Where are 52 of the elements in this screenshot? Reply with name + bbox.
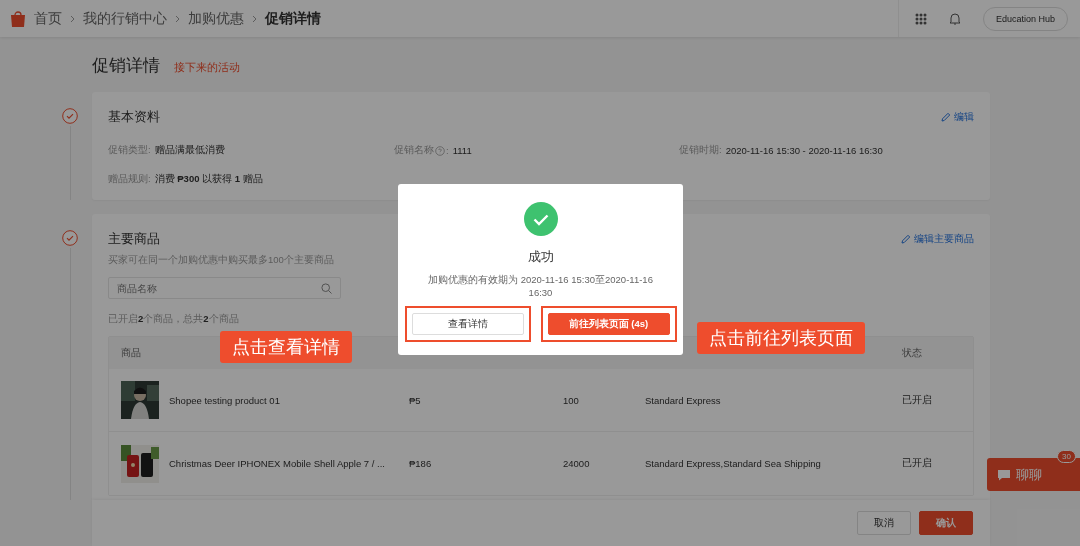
- dialog-title: 成功: [527, 248, 554, 266]
- breadcrumb-link[interactable]: 我的行销中心: [83, 9, 167, 28]
- pencil-icon: [941, 112, 951, 122]
- price-cell: ₱5: [409, 394, 421, 406]
- search-field[interactable]: 商品名称: [108, 277, 341, 299]
- field-value: 赠品满最低消费: [154, 144, 225, 157]
- chevron-icon: [252, 14, 257, 23]
- success-check-icon: [523, 202, 558, 236]
- search-icon[interactable]: [321, 282, 332, 294]
- chevron-icon: [70, 14, 75, 23]
- check-circle-icon: [62, 230, 78, 246]
- status-tag: 接下来的活动: [174, 61, 240, 75]
- edit-link[interactable]: 编辑: [941, 110, 974, 124]
- shipping-cell: Standard Express,Standard Sea Shipping: [645, 458, 821, 469]
- breadcrumb-link[interactable]: 促销详情: [265, 9, 321, 28]
- product-name: Christmas Deer IPHONEX Mobile Shell Apple 7 / ...: [169, 458, 385, 469]
- price-cell: ₱186: [409, 458, 432, 469]
- annotation-label: 点击前往列表页面: [697, 322, 865, 354]
- go-to-list-button[interactable]: 前往列表页面 (4s): [547, 313, 670, 336]
- product-name: Shopee testing product 01: [169, 394, 280, 406]
- view-details-button[interactable]: 查看详情: [411, 313, 524, 336]
- help-icon[interactable]: [435, 145, 445, 156]
- chat-button[interactable]: 聊聊: [987, 458, 1080, 491]
- column-header: 状态: [902, 346, 922, 360]
- check-circle-icon: [62, 108, 78, 124]
- confirm-button[interactable]: 确认: [919, 511, 973, 535]
- breadcrumb-link[interactable]: 加购优惠: [188, 9, 244, 28]
- stock-cell: 24000: [563, 458, 590, 469]
- stock-cell: 100: [563, 394, 579, 406]
- apps-grid-icon[interactable]: [914, 12, 927, 25]
- field-value: 1111: [452, 145, 472, 156]
- shopping-bag-logo-icon[interactable]: [10, 9, 26, 28]
- chat-bubble-icon: [997, 468, 1011, 481]
- dialog-message: 加购优惠的有效期为 2020-11-16 15:30至2020-11-16 16:30: [427, 274, 654, 300]
- section-title: 基本资料: [108, 108, 160, 126]
- bell-icon[interactable]: [948, 12, 961, 25]
- status-cell: 已开启: [902, 393, 932, 407]
- chevron-icon: [175, 14, 180, 23]
- section-title: 主要商品: [108, 230, 160, 248]
- column-header: 商品: [121, 346, 141, 360]
- unread-badge: 30: [1057, 450, 1076, 463]
- field-value: 消费 ₱300 以获得 1 赠品: [154, 173, 263, 186]
- edit-link[interactable]: 编辑主要商品: [901, 232, 974, 246]
- cancel-button[interactable]: 取消: [857, 511, 911, 535]
- breadcrumb-link[interactable]: 首页: [34, 9, 62, 28]
- field-value: 2020-11-16 15:30 - 2020-11-16 16:30: [725, 145, 883, 156]
- account-button[interactable]: Education Hub: [982, 6, 1068, 31]
- annotation-label: 点击查看详情: [220, 331, 352, 363]
- pencil-icon: [901, 234, 911, 244]
- page-title: 促销详情: [92, 55, 160, 77]
- shipping-cell: Standard Express: [645, 394, 721, 406]
- status-cell: 已开启: [902, 457, 932, 470]
